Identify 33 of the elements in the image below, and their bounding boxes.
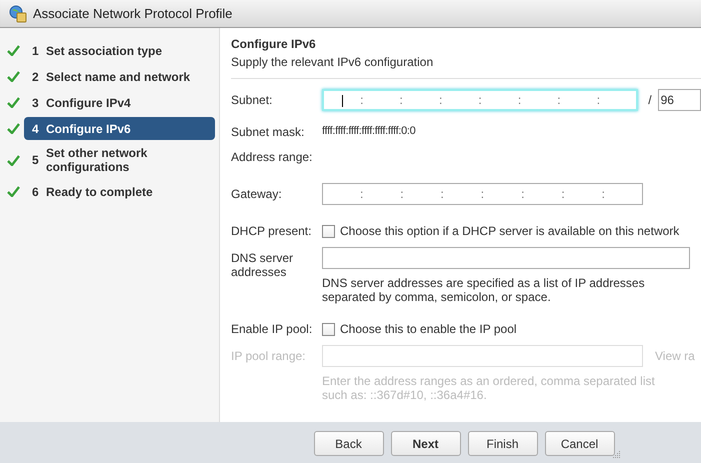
input-field[interactable]	[322, 247, 690, 269]
wizard-step[interactable]: 1 Set association type	[24, 39, 215, 62]
field-label: IP pool range:	[231, 348, 307, 363]
field-label: Address range:	[231, 149, 314, 164]
checkbox-label: Choose this option if a DHCP server is available on this network	[340, 224, 680, 238]
wizard-button[interactable]: Cancel	[544, 431, 614, 456]
ipv6-field[interactable]: : : : : : : :	[322, 89, 638, 111]
wizard-button[interactable]: Back	[314, 431, 384, 456]
subnet-mask-value: ffff:ffff:ffff:ffff:ffff:ffff:0:0	[322, 124, 416, 137]
page-subtitle: Supply the relevant IPv6 configuration	[231, 55, 434, 69]
prefix-field[interactable]: 96	[658, 89, 701, 111]
field-label: DNS server addresses	[231, 250, 294, 279]
field-label: Enable IP pool:	[231, 322, 314, 336]
wizard-step[interactable]: 3 Configure IPv4	[24, 91, 215, 114]
hint-text: Enter the address ranges as an ordered, comma separated list such as: ::367d#10, ::36a4#16.	[322, 374, 656, 402]
wizard-button[interactable]: Next	[390, 431, 460, 456]
globe-document-icon	[9, 4, 27, 22]
ipv6-field[interactable]: : : : : : : :	[322, 183, 643, 205]
page-title: Configure IPv6	[231, 37, 317, 51]
checkbox[interactable]	[322, 224, 335, 238]
wizard-step[interactable]: 2 Select name and network	[24, 65, 215, 88]
wizard-step[interactable]: 4 Configure IPv6	[24, 117, 215, 140]
field-label: DHCP present:	[231, 224, 312, 238]
field-label: Subnet:	[231, 92, 274, 107]
window-title: Associate Network Protocol Profile	[33, 6, 232, 21]
wizard-step[interactable]: 6 Ready to complete	[24, 180, 215, 203]
prefix-separator: /	[648, 93, 652, 107]
field-label: Gateway:	[231, 186, 283, 201]
checkbox-label: Choose this to enable the IP pool	[340, 322, 517, 336]
checkbox[interactable]	[322, 322, 335, 336]
wizard-button[interactable]: Finish	[468, 431, 538, 456]
hint-text: DNS server addresses are specified as a list of IP addresses separated by comma, semicolon, or space.	[322, 276, 646, 304]
field-label: Subnet mask:	[231, 124, 306, 139]
